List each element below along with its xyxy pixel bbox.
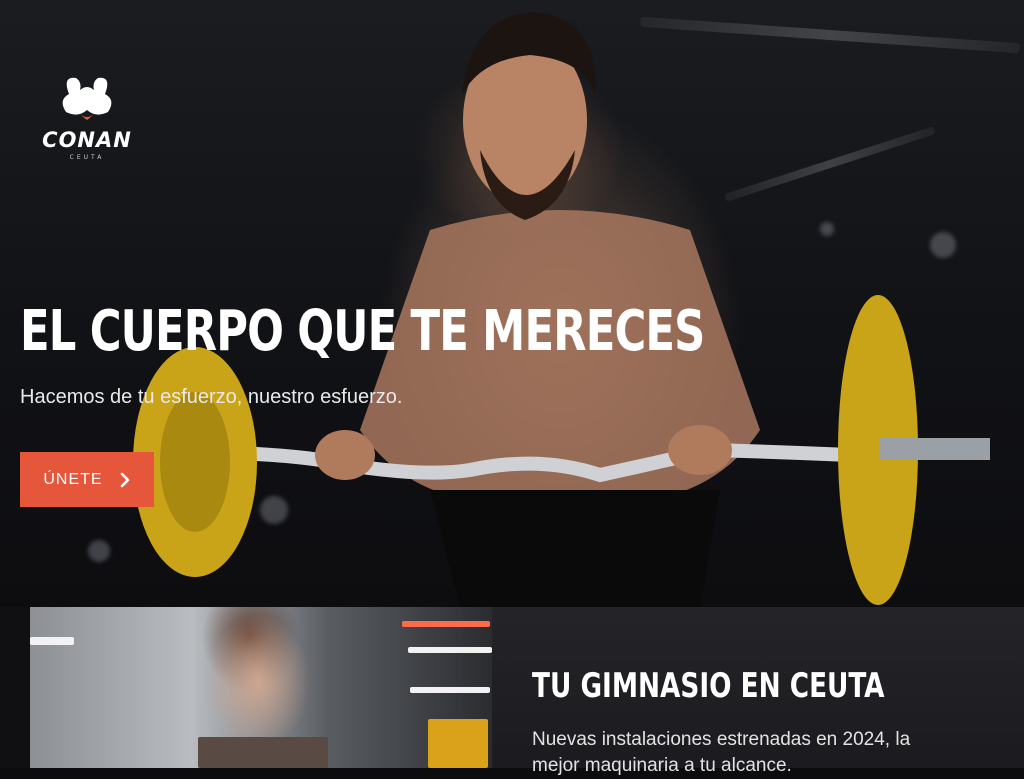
hero-title: EL CUERPO QUE TE MERECES	[20, 299, 705, 364]
flexing-arms-icon	[62, 77, 112, 120]
brand-logo[interactable]: CONAN CEUTA	[34, 74, 144, 166]
gym-photo	[30, 607, 492, 768]
hero-section: CONAN CEUTA EL CUERPO QUE TE MERECES Hac…	[0, 0, 1024, 607]
hero-subtitle: Hacemos de tu esfuerzo, nuestro esfuerzo…	[20, 386, 403, 408]
join-button[interactable]: ÚNETE	[20, 452, 154, 507]
ceiling-light	[402, 621, 490, 627]
chevron-right-icon	[120, 472, 129, 487]
ceiling-light	[408, 647, 492, 653]
brand-location: CEUTA	[69, 154, 105, 161]
equipment	[428, 719, 488, 768]
ceiling-light	[410, 687, 490, 693]
join-button-label: ÚNETE	[43, 470, 103, 488]
brand-name: CONAN	[42, 128, 132, 152]
equipment	[198, 737, 328, 768]
intro-text: Nuevas instalaciones estrenadas en 2024,…	[532, 729, 911, 776]
ceiling-light	[30, 637, 74, 645]
intro-title: TU GIMNASIO EN CEUTA	[532, 666, 885, 706]
